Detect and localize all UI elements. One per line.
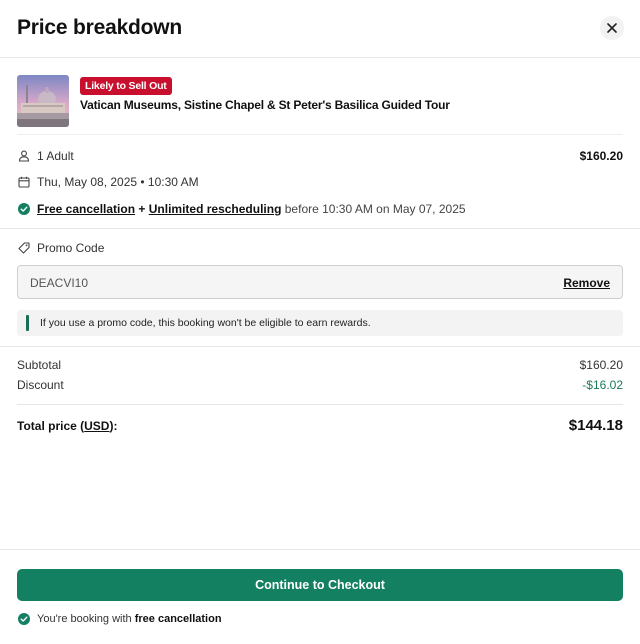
date-row: Thu, May 08, 2025 • 10:30 AM xyxy=(17,174,623,190)
free-cancellation-note: You're booking with free cancellation xyxy=(17,612,222,626)
calendar-icon xyxy=(17,175,31,189)
total-divider xyxy=(17,404,623,405)
travelers-count: 1 Adult xyxy=(37,149,74,163)
currency-link[interactable]: USD xyxy=(84,419,109,433)
product-thumbnail xyxy=(17,75,69,127)
subtotal-row: Subtotal $160.20 xyxy=(17,358,623,372)
person-icon xyxy=(17,149,31,163)
total-label-suffix: ): xyxy=(109,419,118,433)
total-label: Total price (USD): xyxy=(17,419,117,433)
travelers-price: $160.20 xyxy=(579,149,623,163)
close-button[interactable] xyxy=(600,16,624,40)
total-row: Total price (USD): $144.18 xyxy=(17,417,623,435)
discount-value: -$16.02 xyxy=(582,378,623,392)
note-bold: free cancellation xyxy=(134,613,222,625)
check-circle-icon xyxy=(17,202,31,216)
cancellation-row: Free cancellation + Unlimited rescheduli… xyxy=(17,201,623,217)
subtotal-value: $160.20 xyxy=(579,358,623,372)
plus-separator: + xyxy=(135,202,149,216)
sell-out-badge: Likely to Sell Out xyxy=(80,77,172,95)
discount-row: Discount -$16.02 xyxy=(17,378,623,392)
travelers-row: 1 Adult $160.20 xyxy=(17,148,623,164)
tag-icon xyxy=(17,241,31,255)
promo-label-text: Promo Code xyxy=(37,241,105,255)
total-value: $144.18 xyxy=(568,417,623,434)
unlimited-rescheduling-link[interactable]: Unlimited rescheduling xyxy=(149,202,282,216)
remove-promo-button[interactable]: Remove xyxy=(563,276,610,290)
promo-code-value: DEACVI10 xyxy=(30,276,89,290)
page-title: Price breakdown xyxy=(17,16,183,39)
close-icon xyxy=(607,23,617,33)
product-summary: Likely to Sell Out Vatican Museums, Sist… xyxy=(17,75,623,135)
footer-divider xyxy=(0,549,640,550)
total-label-prefix: Total price ( xyxy=(17,419,85,433)
section-divider xyxy=(0,346,640,347)
subtotal-label: Subtotal xyxy=(17,358,62,372)
rewards-notice: If you use a promo code, this booking wo… xyxy=(17,310,623,336)
rewards-notice-text: If you use a promo code, this booking wo… xyxy=(40,317,371,329)
section-divider xyxy=(0,228,640,229)
booking-datetime: Thu, May 08, 2025 • 10:30 AM xyxy=(37,175,199,189)
notice-accent-bar xyxy=(26,315,29,331)
promo-label: Promo Code xyxy=(17,241,104,255)
check-circle-icon xyxy=(17,612,31,626)
promo-code-field[interactable]: DEACVI10 Remove xyxy=(17,265,623,299)
tour-name: Vatican Museums, Sistine Chapel & St Pet… xyxy=(80,98,450,112)
cancellation-deadline: before 10:30 AM on May 07, 2025 xyxy=(281,202,466,216)
note-prefix: You're booking with xyxy=(37,613,135,625)
free-cancellation-link[interactable]: Free cancellation xyxy=(37,202,135,216)
modal-header: Price breakdown xyxy=(0,0,640,58)
continue-to-checkout-button[interactable]: Continue to Checkout xyxy=(17,569,623,601)
discount-label: Discount xyxy=(17,378,64,392)
